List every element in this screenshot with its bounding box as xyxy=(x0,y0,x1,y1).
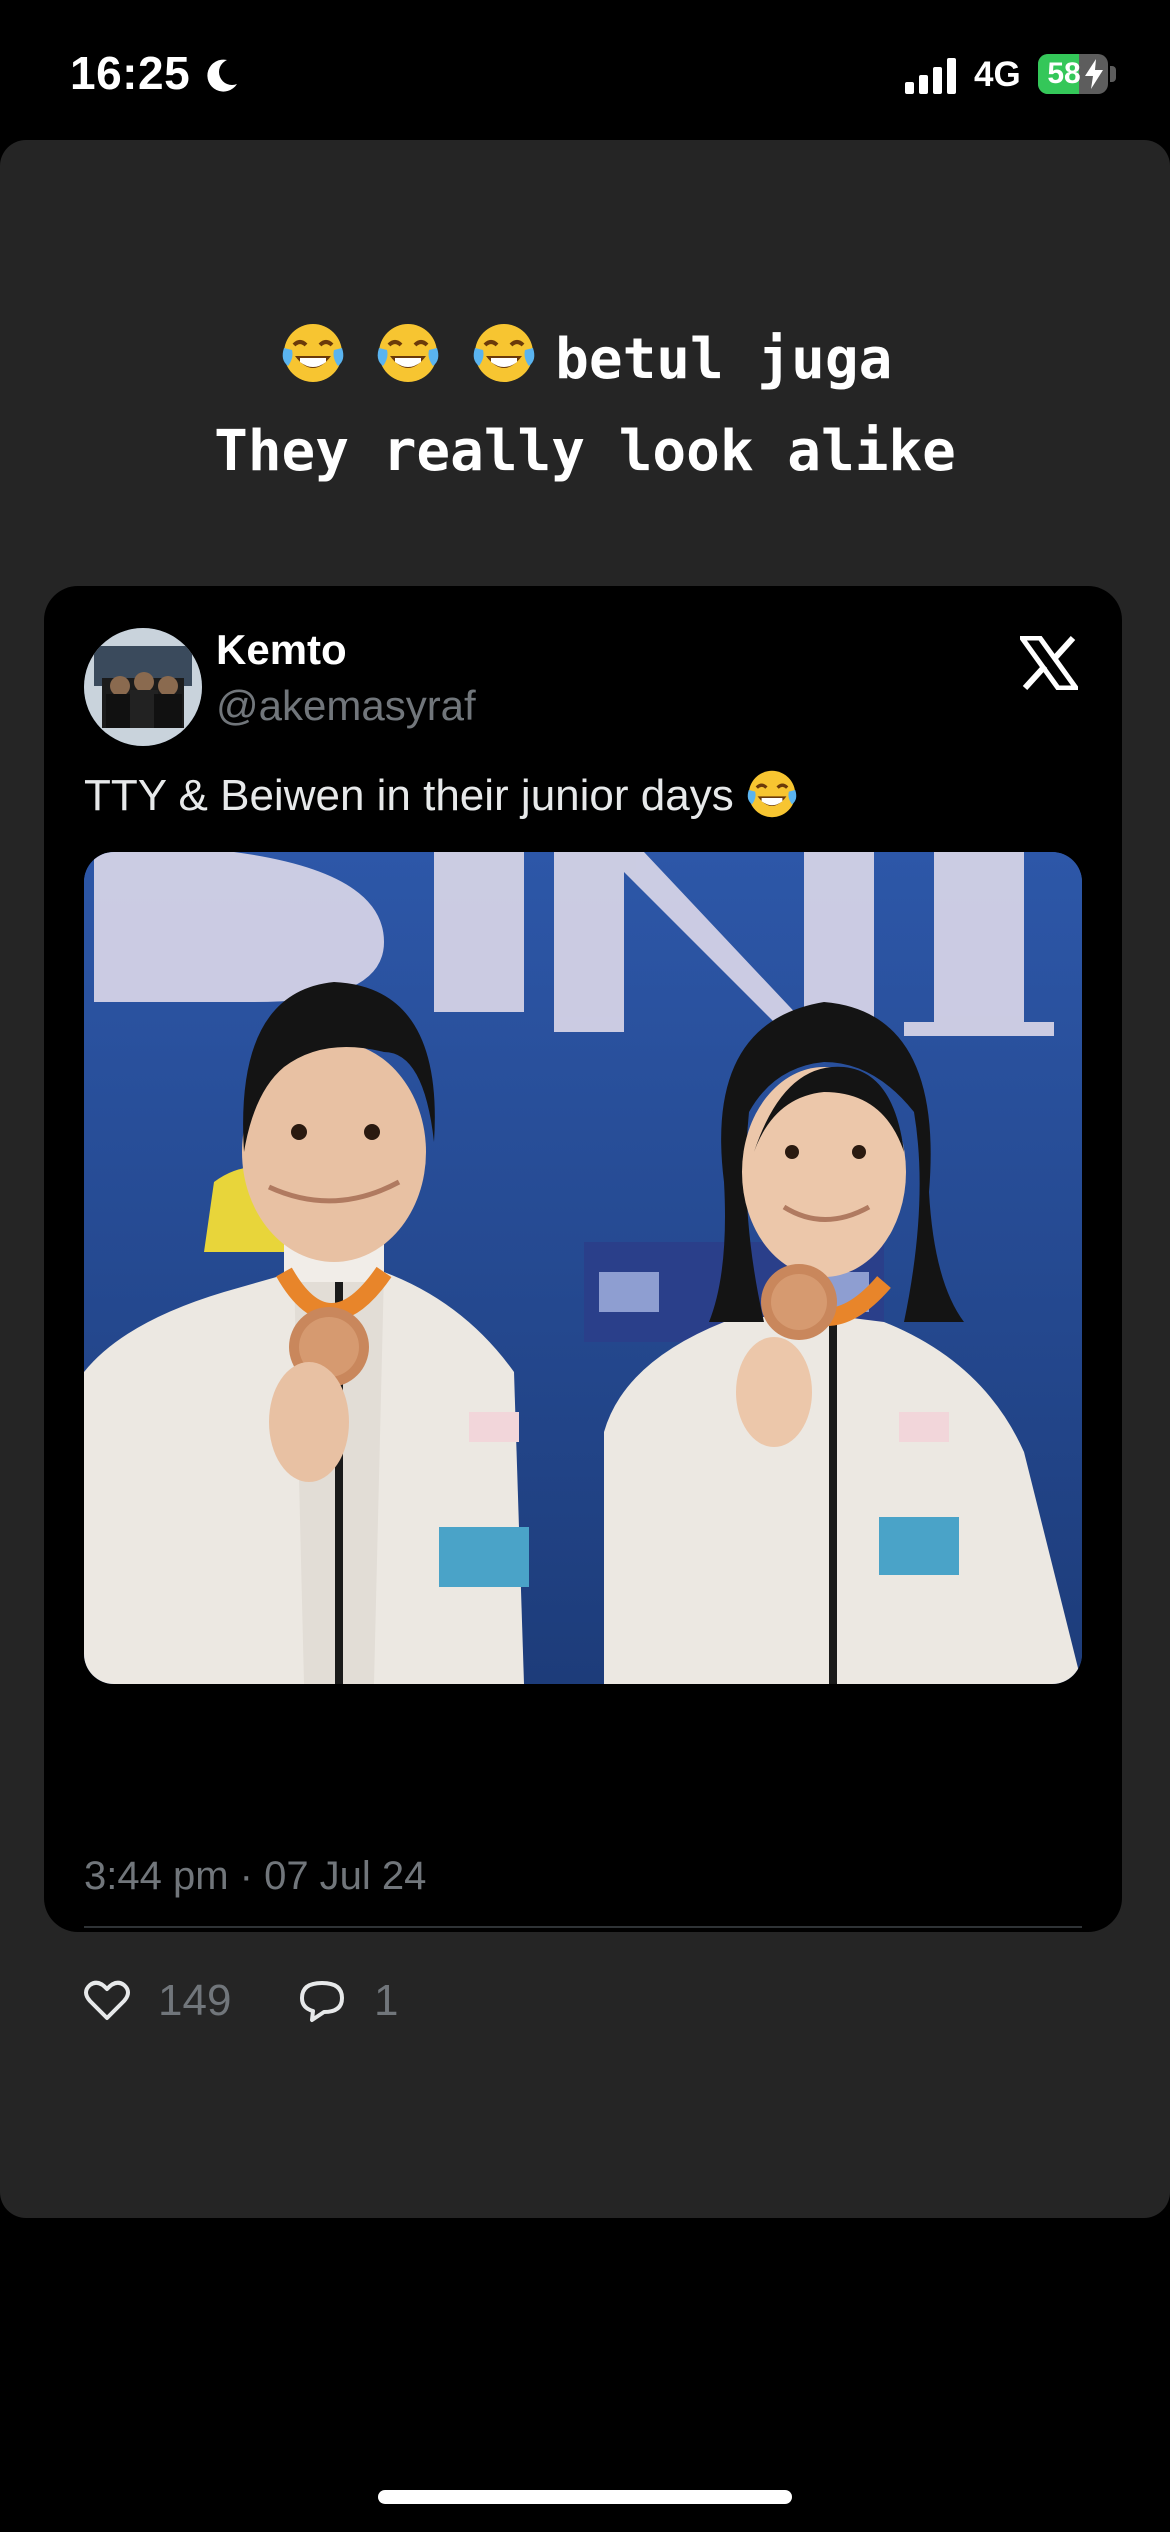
heart-icon xyxy=(84,1980,130,2020)
tweet-photo[interactable] xyxy=(84,852,1082,1684)
caption-line-2: They really look alike xyxy=(214,419,956,484)
home-indicator[interactable] xyxy=(378,2490,792,2504)
story-caption: betul juga They really look alike xyxy=(0,318,1170,493)
reply-count: 1 xyxy=(374,1976,399,2025)
caption-line-1: betul juga xyxy=(555,327,893,392)
story-panel[interactable]: betul juga They really look alike Kemto … xyxy=(0,140,1170,2218)
face-with-tears-of-joy-icon xyxy=(378,324,439,382)
battery-percent: 58 xyxy=(1047,57,1081,90)
face-with-tears-of-joy-icon xyxy=(282,324,344,382)
reply-bubble-icon xyxy=(300,1981,344,2022)
author-handle[interactable]: @akemasyraf xyxy=(216,682,476,730)
laughing-emoji-group xyxy=(278,318,535,411)
face-with-tears-of-joy-icon xyxy=(747,770,796,818)
x-logo-icon xyxy=(1020,636,1078,690)
tweet-timestamp[interactable]: 3:44 pm · 07 Jul 24 xyxy=(84,1854,426,1899)
tweet-body: TTY & Beiwen in their junior days xyxy=(84,771,734,820)
reply-button[interactable]: 1 xyxy=(298,1976,398,2026)
avatar[interactable] xyxy=(84,628,202,746)
status-bar: 16:25 4G 58 xyxy=(0,0,1170,140)
tweet-card[interactable]: Kemto @akemasyraf TTY & Beiwen in their … xyxy=(44,586,1122,2025)
tweet-text: TTY & Beiwen in their junior days xyxy=(84,766,800,822)
battery-icon: 58 xyxy=(1038,54,1108,94)
like-count: 149 xyxy=(158,1976,232,2025)
author-name[interactable]: Kemto xyxy=(216,626,347,674)
battery-cap xyxy=(1110,66,1116,82)
like-button[interactable]: 149 xyxy=(84,1976,231,2026)
moon-icon xyxy=(207,59,237,92)
cellular-signal-icon xyxy=(905,58,956,94)
charging-bolt-icon xyxy=(1085,59,1103,89)
face-with-tears-of-joy-icon xyxy=(473,324,535,382)
divider xyxy=(84,1926,1082,1928)
network-type: 4G xyxy=(974,55,1021,94)
status-time: 16:25 xyxy=(70,47,191,99)
